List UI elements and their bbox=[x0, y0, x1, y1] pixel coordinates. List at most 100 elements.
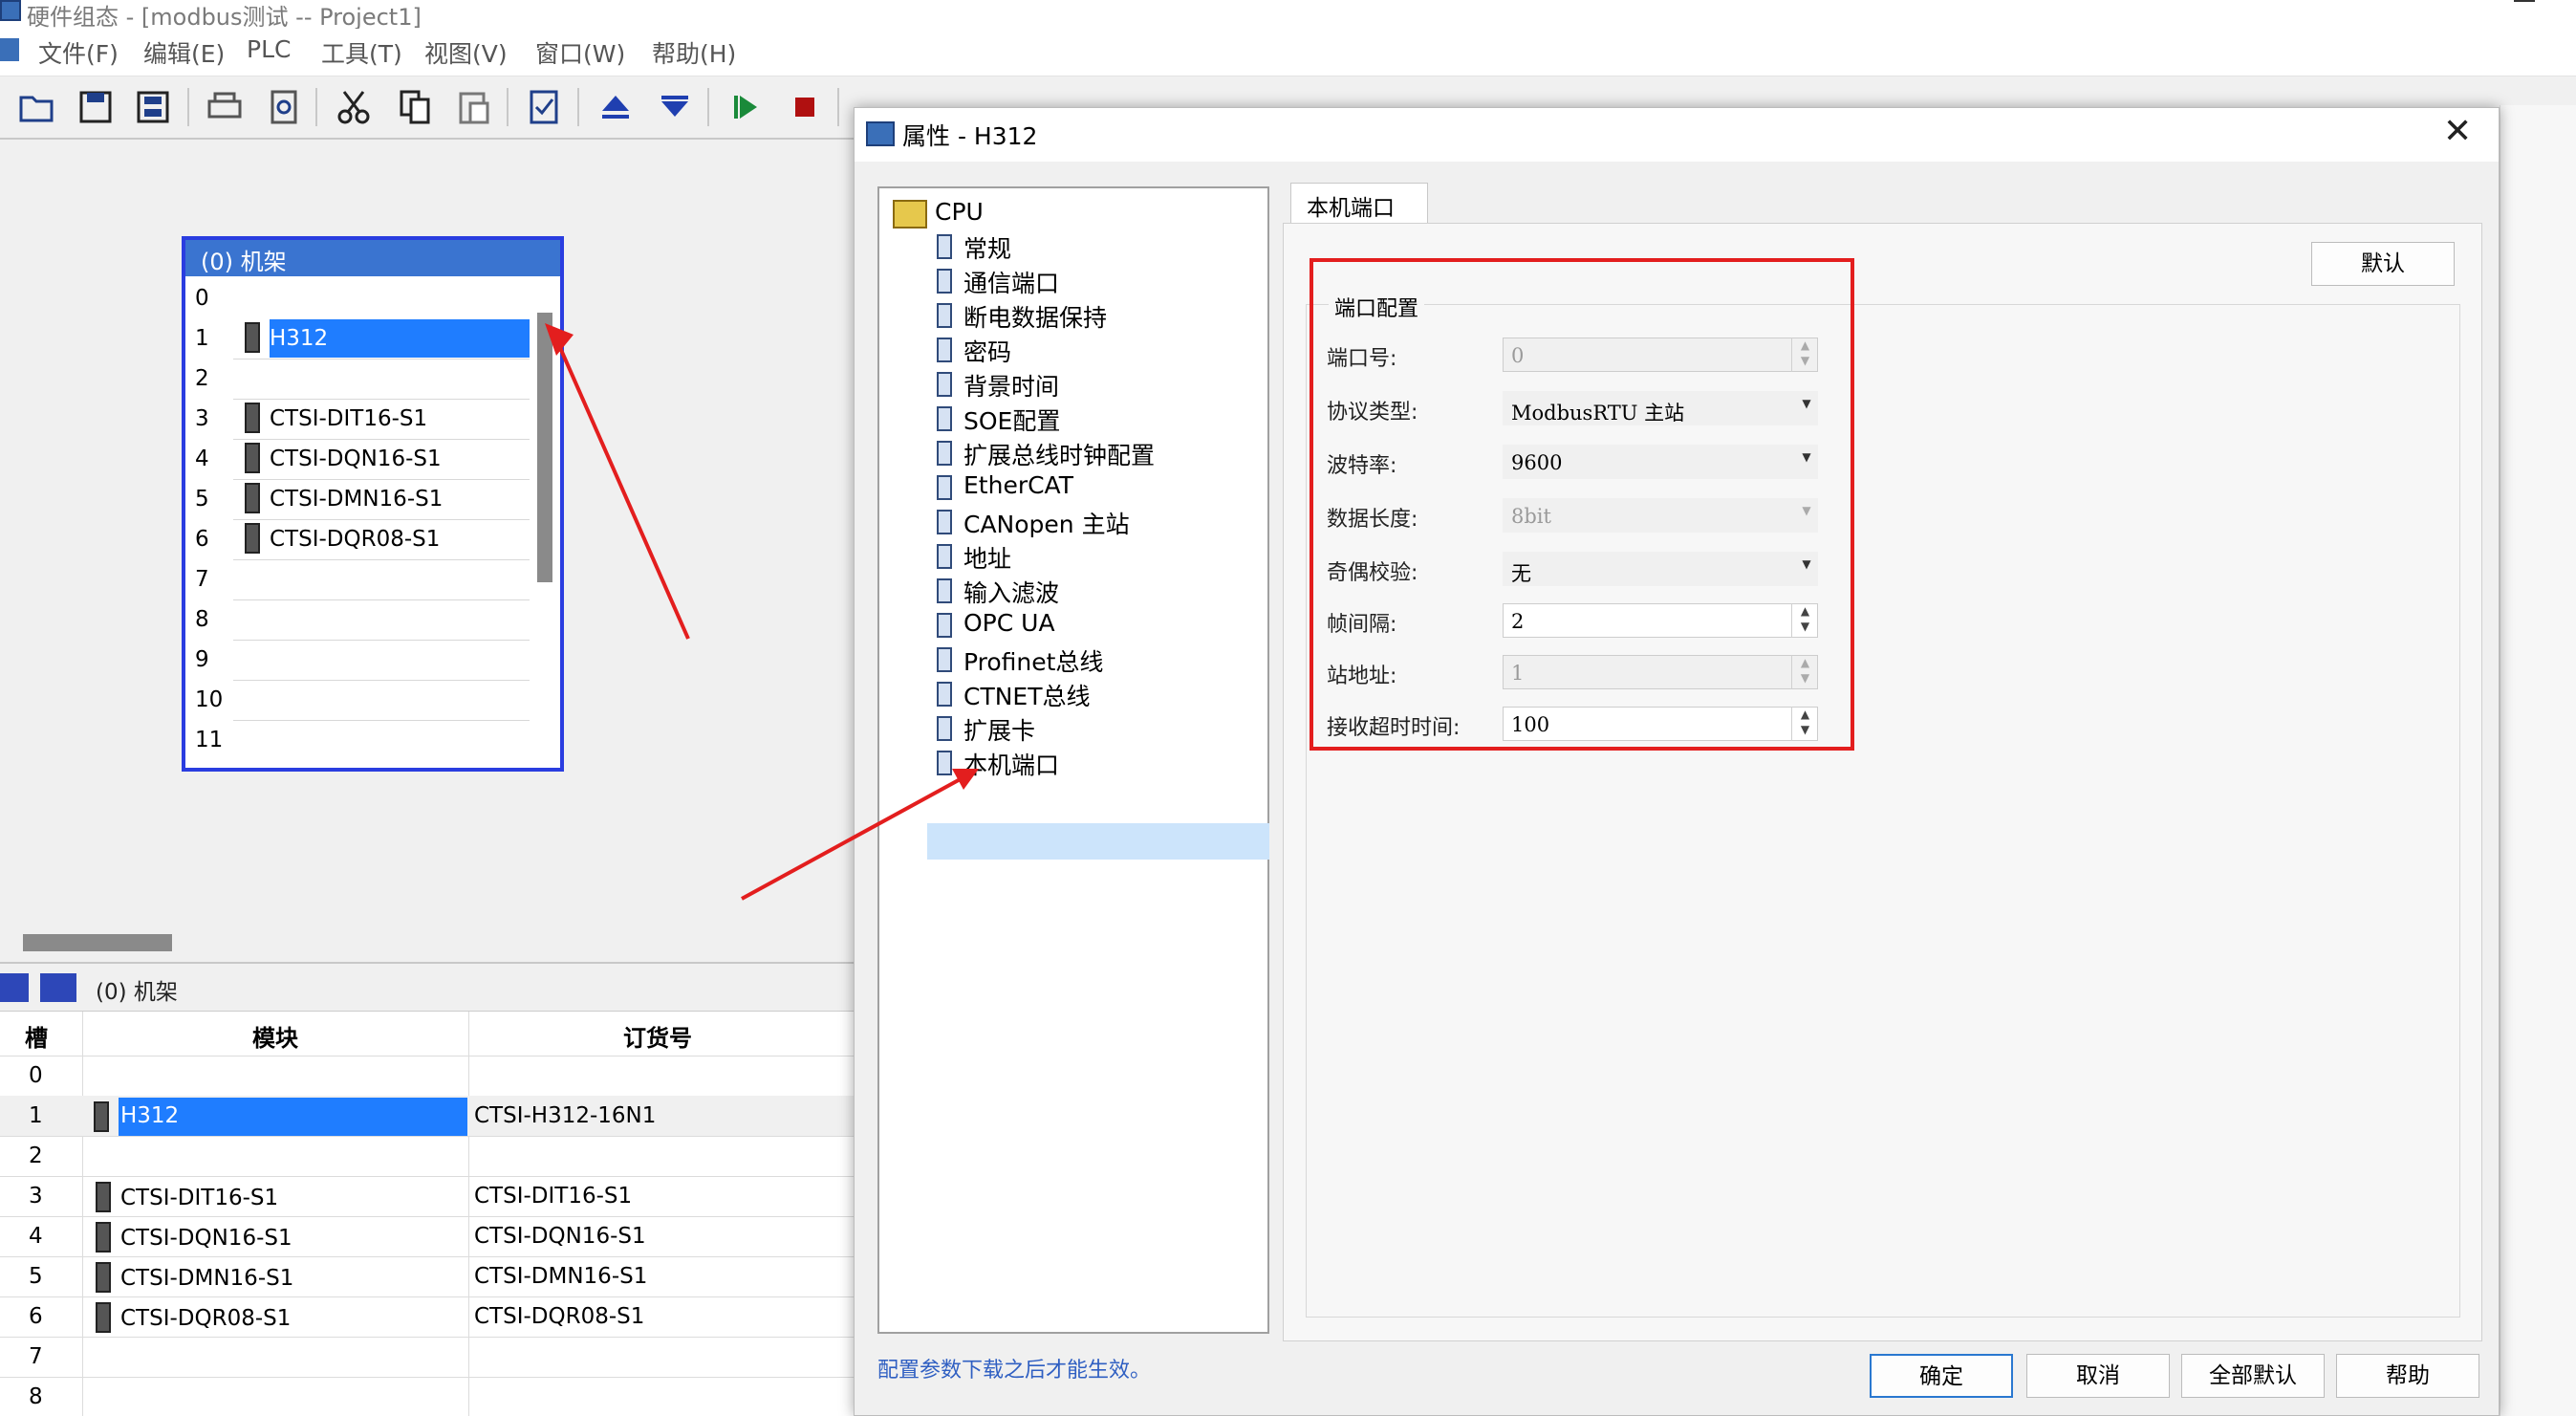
tree-root-cpu[interactable]: CPU bbox=[935, 198, 984, 226]
page-icon bbox=[937, 751, 952, 775]
ok-button[interactable]: 确定 bbox=[1870, 1354, 2013, 1398]
upload-icon[interactable] bbox=[596, 88, 635, 126]
table-order-cell: CTSI-DQN16-S1 bbox=[474, 1224, 646, 1249]
rack-module[interactable]: CTSI-DMN16-S1 bbox=[270, 487, 443, 512]
menu-help[interactable]: 帮助(H) bbox=[652, 35, 736, 70]
table-slot-cell: 7 bbox=[29, 1344, 43, 1369]
table-slot-cell: 8 bbox=[29, 1384, 43, 1409]
header-slot[interactable]: 槽 bbox=[25, 1019, 48, 1053]
page-icon bbox=[937, 647, 952, 672]
row-divider bbox=[0, 1216, 860, 1217]
toolbar-separator bbox=[315, 88, 317, 126]
tree-item-general[interactable]: 常规 bbox=[963, 230, 1011, 265]
row-divider bbox=[0, 1256, 860, 1257]
module-icon bbox=[96, 1182, 111, 1212]
tree-item-address[interactable]: 地址 bbox=[963, 540, 1011, 575]
horizontal-scrollbar[interactable] bbox=[23, 934, 172, 951]
table-module-cell[interactable]: CTSI-DMN16-S1 bbox=[120, 1266, 293, 1291]
module-icon bbox=[245, 483, 260, 513]
rack-panel[interactable]: (0) 机架 0 1 2 3 4 5 6 7 8 9 10 11 H312 CT… bbox=[182, 236, 564, 772]
tree-item-local-port[interactable]: 本机端口 bbox=[963, 747, 1059, 781]
check-icon[interactable] bbox=[526, 88, 564, 126]
table-module-cell[interactable]: H312 bbox=[120, 1103, 179, 1128]
tree-item-ext-bus-clock[interactable]: 扩展总线时钟配置 bbox=[963, 437, 1155, 471]
menu-file[interactable]: 文件(F) bbox=[38, 35, 119, 70]
page-icon bbox=[937, 441, 952, 466]
table-slot-cell: 4 bbox=[29, 1224, 43, 1249]
rack-module[interactable]: CTSI-DQR08-S1 bbox=[270, 527, 440, 552]
rack-slot-number: 3 bbox=[195, 406, 209, 431]
cancel-button[interactable]: 取消 bbox=[2026, 1354, 2170, 1398]
table-module-cell[interactable]: CTSI-DQN16-S1 bbox=[120, 1226, 292, 1251]
tree-item-input-filter[interactable]: 输入滤波 bbox=[963, 575, 1059, 609]
rack-slot-number: 9 bbox=[195, 647, 209, 672]
module-icon bbox=[96, 1222, 111, 1253]
tree-item-background-time[interactable]: 背景时间 bbox=[963, 368, 1059, 403]
page-icon bbox=[937, 234, 952, 259]
rack-title-bar[interactable]: (0) 机架 bbox=[185, 240, 560, 276]
rack-slot-number: 4 bbox=[195, 447, 209, 471]
open-icon[interactable] bbox=[17, 88, 55, 126]
row-divider bbox=[233, 680, 530, 681]
minimize-icon[interactable] bbox=[2514, 0, 2535, 2]
cut-icon[interactable] bbox=[335, 88, 373, 126]
save-icon[interactable] bbox=[76, 88, 115, 126]
tree-item-canopen[interactable]: CANopen 主站 bbox=[963, 506, 1130, 540]
menu-edit[interactable]: 编辑(E) bbox=[143, 35, 225, 70]
tree-item-password[interactable]: 密码 bbox=[963, 334, 1011, 368]
row-divider bbox=[233, 399, 530, 400]
all-default-button[interactable]: 全部默认 bbox=[2181, 1354, 2325, 1398]
print-preview-icon[interactable] bbox=[266, 88, 304, 126]
tree-item-ext-card[interactable]: 扩展卡 bbox=[963, 712, 1035, 747]
row-divider bbox=[233, 599, 530, 600]
tree-item-ctnet[interactable]: CTNET总线 bbox=[963, 678, 1091, 712]
page-icon bbox=[937, 406, 952, 431]
rack-module[interactable]: CTSI-DIT16-S1 bbox=[270, 406, 427, 431]
module-icon bbox=[245, 523, 260, 554]
close-icon[interactable]: ✕ bbox=[2443, 112, 2472, 151]
dialog-app-icon bbox=[866, 121, 895, 146]
menu-view[interactable]: 视图(V) bbox=[424, 35, 508, 70]
download-icon[interactable] bbox=[656, 88, 694, 126]
forward-arrow-icon[interactable] bbox=[40, 973, 76, 1002]
menu-window[interactable]: 窗口(W) bbox=[535, 35, 625, 70]
print-icon[interactable] bbox=[206, 88, 244, 126]
page-icon bbox=[937, 269, 952, 294]
rack-slot-number: 6 bbox=[195, 527, 209, 552]
row-divider bbox=[233, 640, 530, 641]
tree-item-profinet[interactable]: Profinet总线 bbox=[963, 643, 1103, 678]
rack-module-h312[interactable]: H312 bbox=[270, 326, 328, 351]
copy-icon[interactable] bbox=[396, 88, 434, 126]
toolbar-separator bbox=[507, 88, 509, 126]
toolbar-separator bbox=[187, 88, 189, 126]
rack-module[interactable]: CTSI-DQN16-S1 bbox=[270, 447, 442, 471]
page-icon bbox=[937, 475, 952, 500]
tree-item-retain[interactable]: 断电数据保持 bbox=[963, 299, 1107, 334]
tab-local-port[interactable]: 本机端口 bbox=[1290, 183, 1428, 223]
properties-dialog: 属性 - H312 ✕ CPU 常规 通信端口 断电数据保持 密码 背景时间 S… bbox=[854, 107, 2500, 1416]
header-order-no[interactable]: 订货号 bbox=[623, 1019, 692, 1053]
tree-item-soe[interactable]: SOE配置 bbox=[963, 403, 1060, 437]
paste-icon[interactable] bbox=[455, 88, 493, 126]
save-all-icon[interactable] bbox=[134, 88, 172, 126]
table-module-cell[interactable]: CTSI-DIT16-S1 bbox=[120, 1186, 278, 1210]
table-order-cell: CTSI-DQR08-S1 bbox=[474, 1304, 645, 1329]
table-module-cell[interactable]: CTSI-DQR08-S1 bbox=[120, 1306, 291, 1331]
rack-scrollbar[interactable] bbox=[537, 313, 552, 582]
menu-tools[interactable]: 工具(T) bbox=[321, 35, 402, 70]
dialog-title-bar[interactable]: 属性 - H312 ✕ bbox=[855, 108, 2499, 162]
tree-item-comm-port[interactable]: 通信端口 bbox=[963, 265, 1059, 299]
tree-item-ethercat[interactable]: EtherCAT bbox=[963, 471, 1073, 499]
property-tree[interactable]: CPU 常规 通信端口 断电数据保持 密码 背景时间 SOE配置 扩展总线时钟配… bbox=[877, 186, 1269, 1334]
run-icon[interactable] bbox=[726, 88, 765, 126]
back-arrow-icon[interactable] bbox=[0, 973, 29, 1002]
header-module[interactable]: 模块 bbox=[252, 1019, 298, 1053]
tree-item-opcua[interactable]: OPC UA bbox=[963, 609, 1055, 637]
row-divider bbox=[0, 1136, 860, 1137]
rack-slot-number: 10 bbox=[195, 687, 224, 712]
row-divider bbox=[0, 1296, 860, 1297]
stop-icon[interactable] bbox=[786, 88, 824, 126]
default-button[interactable]: 默认 bbox=[2311, 242, 2455, 286]
help-button[interactable]: 帮助 bbox=[2336, 1354, 2479, 1398]
menu-plc[interactable]: PLC bbox=[247, 35, 291, 63]
